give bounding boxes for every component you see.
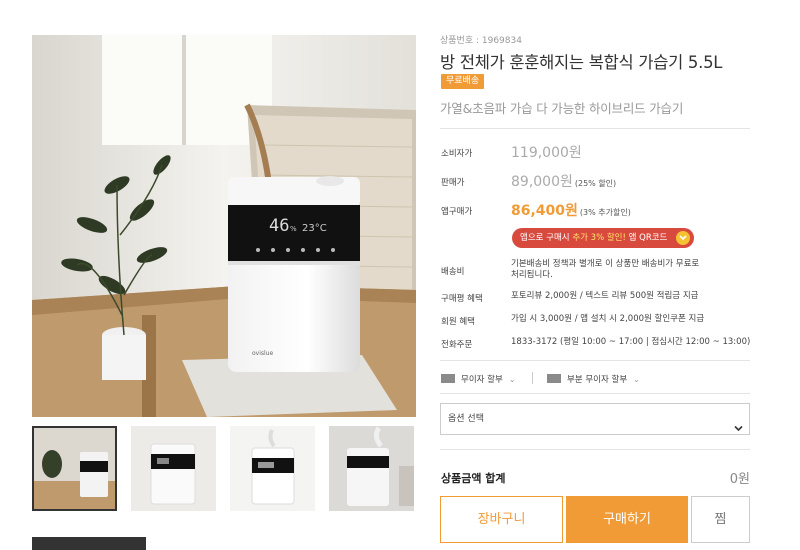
app-discount-button[interactable]: 앱으로 구매시 추가 3% 할인! 앱 QR코드 — [512, 228, 694, 248]
cart-button[interactable]: 장바구니 — [440, 496, 563, 543]
thumbnail-strip — [32, 426, 416, 511]
chevron-down-icon: ⌄ — [633, 375, 640, 384]
chevron-down-icon — [676, 231, 690, 245]
option-select[interactable]: 옵션 선택 — [440, 403, 750, 435]
installment-partial-label: 부분 무이자 할부 — [567, 375, 628, 385]
device-brand-logo: ovislue — [252, 350, 273, 357]
sale-price: 89,000원 (25% 할인) — [511, 171, 616, 191]
installment-free-link[interactable]: 무이자 할부 ⌄ — [441, 373, 516, 385]
total-value: 0원 — [729, 472, 750, 487]
member-benefit-label: 회원 혜택 — [441, 317, 475, 327]
sale-price-value: 89,000원 — [511, 174, 573, 190]
device-temp-readout: 23°C — [302, 223, 327, 234]
divider — [440, 393, 750, 394]
device-humidity-readout: 46 — [269, 216, 289, 236]
chevron-down-icon — [734, 415, 743, 445]
app-button-highlight: 추가 3% 할인! — [572, 233, 626, 243]
wishlist-button[interactable]: 찜 — [691, 496, 750, 543]
detail-tab-indicator[interactable] — [32, 537, 146, 550]
option-select-placeholder: 옵션 선택 — [448, 414, 484, 424]
buy-button[interactable]: 구매하기 — [566, 496, 688, 543]
review-benefit-label: 구매평 혜택 — [441, 294, 483, 304]
review-benefit-text: 포토리뷰 2,000원 / 텍스트 리뷰 500원 적립금 지급 — [511, 291, 699, 301]
retail-price: 119,000원 — [511, 145, 582, 161]
thumbnail-3[interactable] — [230, 426, 315, 511]
installment-partial-link[interactable]: 부분 무이자 할부 ⌄ — [547, 373, 640, 385]
svg-text:%: % — [290, 225, 297, 233]
main-product-image: 46 % 23°C ovislue — [32, 35, 416, 417]
thumbnail-4[interactable] — [329, 426, 414, 511]
free-shipping-badge: 무료배송 — [441, 74, 485, 89]
sale-discount-note: (25% 할인) — [574, 179, 617, 188]
total-label: 상품금액 합계 — [441, 472, 506, 485]
member-benefit-text: 가입 시 3,000원 / 앱 설치 시 2,000원 할인쿠폰 지급 — [511, 314, 705, 324]
shipping-text-line2: 처리됩니다. — [511, 270, 553, 280]
sale-price-label: 판매가 — [441, 178, 465, 188]
phone-order-text: 1833-3172 (평일 10:00 ~ 17:00 | 점심시간 12:00… — [511, 337, 751, 347]
app-discount-note: (3% 추가할인) — [579, 208, 631, 217]
thumbnail-1[interactable] — [32, 426, 117, 511]
installment-free-label: 무이자 할부 — [461, 375, 503, 385]
app-price-label: 앱구매가 — [441, 207, 473, 217]
phone-order-label: 전화주문 — [441, 340, 473, 350]
product-subtitle: 가열&초음파 가습 다 가능한 하이브리드 가습기 — [440, 101, 684, 116]
card-icon — [441, 374, 455, 383]
shipping-text-line1: 기본배송비 정책과 별개로 이 상품만 배송비가 무료로 — [511, 259, 700, 269]
app-button-text-post: 앱 QR코드 — [625, 233, 668, 243]
app-button-text-pre: 앱으로 구매시 — [520, 233, 573, 243]
divider — [532, 372, 533, 384]
divider — [440, 128, 750, 129]
divider — [440, 360, 750, 361]
product-title: 방 전체가 훈훈해지는 복합식 가습기 5.5L — [440, 53, 723, 72]
shipping-label: 배송비 — [441, 267, 465, 277]
divider — [440, 449, 750, 450]
product-code: 상품번호 : 1969834 — [440, 36, 522, 46]
app-price-value: 86,400원 — [511, 203, 578, 219]
retail-price-label: 소비자가 — [441, 149, 473, 159]
chevron-down-icon: ⌄ — [508, 375, 516, 384]
card-icon — [547, 374, 561, 383]
thumbnail-2[interactable] — [131, 426, 216, 511]
app-price: 86,400원 (3% 추가할인) — [511, 200, 631, 220]
